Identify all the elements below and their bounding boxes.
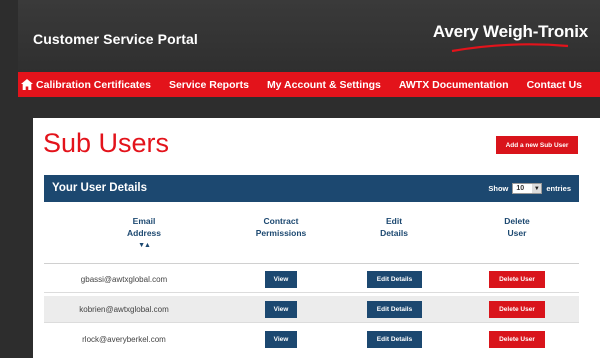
portal-header: Customer Service Portal Avery Weigh-Tron…: [18, 0, 600, 72]
edit-details-button[interactable]: Edit Details: [367, 271, 422, 288]
user-details-bar: Your User Details Show 10 ▼ entries: [44, 175, 579, 202]
main-nav: Calibration Certificates Service Reports…: [18, 72, 600, 97]
edit-details-button[interactable]: Edit Details: [367, 331, 422, 348]
table-row: kobrien@awtxglobal.com View Edit Details…: [44, 296, 579, 323]
nav-calibration-certificates[interactable]: Calibration Certificates: [36, 79, 151, 91]
chevron-down-icon: ▼: [532, 184, 542, 193]
show-entries: Show 10 ▼ entries: [488, 183, 571, 194]
col-email-address[interactable]: Email Address ▼▲: [104, 215, 184, 252]
col-label-line1: Delete: [504, 216, 530, 226]
edit-details-button[interactable]: Edit Details: [367, 301, 422, 318]
nav-service-reports[interactable]: Service Reports: [169, 79, 249, 91]
email-cell: rlock@averyberkel.com: [82, 335, 166, 344]
main-content: Sub Users Add a new Sub User Your User D…: [33, 118, 600, 358]
row-divider: [44, 322, 579, 323]
col-label-line2: Permissions: [255, 228, 307, 238]
brand-swoosh-icon: [451, 43, 569, 53]
show-label: Show: [488, 184, 509, 193]
nav-awtx-documentation[interactable]: AWTX Documentation: [399, 79, 509, 91]
page-title: Sub Users: [43, 128, 170, 158]
brand-logo[interactable]: Avery Weigh-Tronix: [433, 22, 588, 42]
home-icon[interactable]: [18, 72, 36, 97]
col-label-line1: Contract: [263, 216, 299, 226]
email-cell: kobrien@awtxglobal.com: [79, 305, 169, 314]
view-permissions-button[interactable]: View: [265, 301, 297, 318]
nav-my-account-settings[interactable]: My Account & Settings: [267, 79, 381, 91]
row-divider: [44, 292, 579, 293]
view-permissions-button[interactable]: View: [265, 271, 297, 288]
table-row: rlock@averyberkel.com View Edit Details …: [44, 326, 579, 353]
col-label-line2: Address: [126, 228, 161, 238]
delete-user-button[interactable]: Delete User: [489, 331, 545, 348]
entries-label: entries: [546, 184, 571, 193]
nav-contact-us[interactable]: Contact Us: [527, 79, 582, 91]
col-delete-user: Delete User: [477, 215, 557, 239]
delete-user-button[interactable]: Delete User: [489, 301, 545, 318]
delete-user-button[interactable]: Delete User: [489, 271, 545, 288]
col-label-line2: Details: [380, 228, 408, 238]
view-permissions-button[interactable]: View: [265, 331, 297, 348]
email-cell: gbassi@awtxglobal.com: [80, 275, 168, 284]
col-label-line1: Edit: [385, 216, 403, 226]
entries-value: 10: [516, 185, 525, 192]
col-contract-permissions: Contract Permissions: [241, 215, 321, 239]
col-label-line1: Email: [132, 216, 156, 226]
entries-select[interactable]: 10 ▼: [512, 183, 543, 194]
portal-title: Customer Service Portal: [33, 31, 198, 47]
table-row: gbassi@awtxglobal.com View Edit Details …: [44, 266, 579, 293]
header-divider: [44, 263, 579, 264]
panel-title: Your User Details: [52, 182, 148, 194]
col-label-line2: User: [507, 228, 527, 238]
col-edit-details: Edit Details: [354, 215, 434, 239]
add-sub-user-button[interactable]: Add a new Sub User: [496, 136, 578, 154]
sort-icon[interactable]: ▼▲: [104, 240, 184, 252]
